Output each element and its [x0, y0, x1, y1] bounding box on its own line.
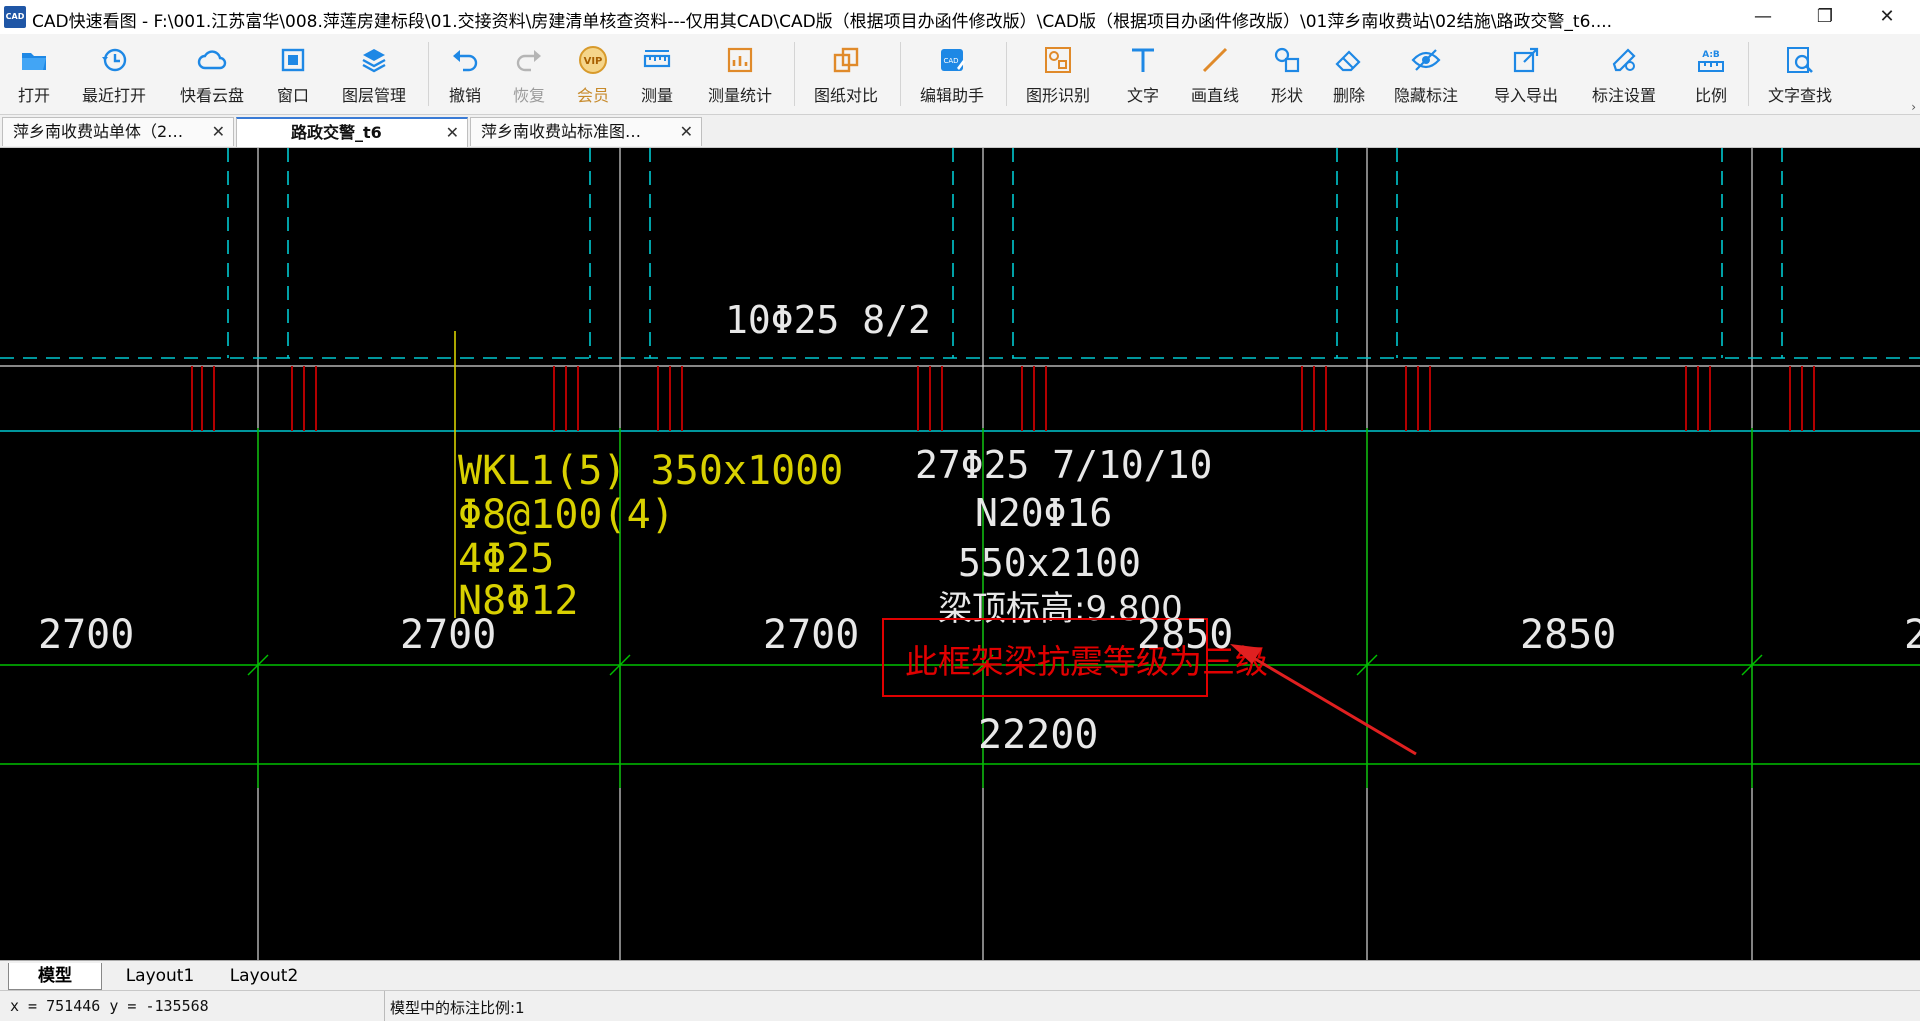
- measure-stats-icon: [727, 47, 753, 73]
- tab-layout1[interactable]: Layout1: [110, 963, 210, 989]
- total-dimension-label: 22200: [978, 712, 1098, 758]
- tab-luzheng-jiaojing[interactable]: 路政交警_t6 ✕: [236, 117, 468, 147]
- beam-label-line1: WKL1(5) 350x1000: [458, 448, 843, 494]
- undo-button[interactable]: 撤销: [440, 42, 490, 108]
- beam-label-line2: Φ8@100(4): [458, 492, 675, 538]
- app-logo-icon: CAD: [4, 6, 26, 28]
- tab-close-icon[interactable]: ✕: [446, 119, 459, 147]
- line-icon: [1202, 47, 1228, 73]
- svg-text:VIP: VIP: [584, 56, 603, 67]
- document-tab-bar: 萍乡南收费站单体（2… ✕ 路政交警_t6 ✕ 萍乡南收费站标准图… ✕: [0, 115, 1920, 148]
- tab-pingxiang-standard[interactable]: 萍乡南收费站标准图… ✕: [470, 117, 702, 146]
- edit-assistant-icon: CAD: [941, 49, 965, 71]
- shape-recognize-icon: [1045, 47, 1071, 73]
- toolbar-divider: [1748, 42, 1749, 106]
- tab-pingxiang-single[interactable]: 萍乡南收费站单体（2… ✕: [2, 117, 234, 146]
- eraser-icon: [1335, 50, 1361, 72]
- svg-text:A:B: A:B: [1702, 50, 1720, 60]
- text-search-button[interactable]: 文字查找: [1760, 42, 1840, 108]
- annotation-settings-icon: [1612, 48, 1636, 72]
- shapes-button[interactable]: 形状: [1262, 42, 1312, 108]
- status-bar: x = 751446 y = -135568 模型中的标注比例:1: [0, 990, 1920, 1021]
- text-search-icon: [1787, 47, 1813, 73]
- top-rebar-label: 10Φ25 8/2: [725, 298, 931, 342]
- dimension-label: 2700: [763, 612, 859, 658]
- scale-button[interactable]: A:B 比例: [1686, 42, 1736, 108]
- measure-stats-button[interactable]: 测量统计: [700, 42, 780, 108]
- text-icon: [1132, 48, 1154, 72]
- import-export-button[interactable]: 导入导出: [1486, 42, 1566, 108]
- tab-close-icon[interactable]: ✕: [212, 118, 225, 146]
- vip-button[interactable]: VIP 会员: [568, 42, 618, 108]
- toolbar-overflow-icon[interactable]: ›: [1911, 100, 1916, 114]
- close-window-button[interactable]: ✕: [1856, 0, 1918, 34]
- cloud-disk-button[interactable]: 快看云盘: [172, 42, 252, 108]
- beam-label-line3: 4Φ25: [458, 536, 554, 582]
- toolbar-divider: [900, 42, 901, 106]
- annotation-scale: 模型中的标注比例:1: [390, 999, 525, 1017]
- layout-tab-bar: 模型 Layout1 Layout2: [0, 960, 1920, 991]
- import-export-icon: [1513, 47, 1539, 73]
- dimension-label: 2700: [400, 612, 496, 658]
- cursor-coordinates: x = 751446 y = -135568: [10, 997, 209, 1015]
- open-button[interactable]: 打开: [4, 42, 64, 108]
- redo-icon: [516, 50, 541, 72]
- toolbar-divider: [428, 42, 429, 106]
- cloud-icon: [197, 50, 227, 70]
- center-label-line3: 550x2100: [958, 541, 1141, 585]
- window-button[interactable]: 窗口: [268, 42, 318, 108]
- compare-icon: [833, 47, 859, 73]
- edit-assistant-button[interactable]: CAD 编辑助手: [912, 42, 992, 108]
- status-divider: [384, 991, 385, 1021]
- text-button[interactable]: 文字: [1118, 42, 1168, 108]
- dimension-label: 2: [1904, 612, 1920, 658]
- undo-icon: [453, 50, 478, 72]
- compare-button[interactable]: 图纸对比: [806, 42, 886, 108]
- vip-icon: VIP: [579, 46, 607, 74]
- dimension-label: 2700: [38, 612, 134, 658]
- center-label-line2: N20Φ16: [975, 491, 1112, 535]
- tab-layout2[interactable]: Layout2: [214, 963, 314, 989]
- window-icon: [281, 48, 305, 72]
- center-label-line1: 27Φ25 7/10/10: [915, 443, 1212, 487]
- draw-line-button[interactable]: 画直线: [1180, 42, 1250, 108]
- shape-recognize-button[interactable]: 图形识别: [1018, 42, 1098, 108]
- hide-eye-icon: [1411, 49, 1441, 71]
- toolbar-divider: [1006, 42, 1007, 106]
- tab-close-icon[interactable]: ✕: [680, 118, 693, 146]
- shapes-icon: [1274, 47, 1300, 73]
- open-folder-icon: [22, 53, 46, 70]
- hide-annotation-button[interactable]: 隐藏标注: [1386, 42, 1466, 108]
- delete-button[interactable]: 删除: [1324, 42, 1374, 108]
- recent-clock-icon: [102, 48, 127, 72]
- main-toolbar: 打开 最近打开 快看云盘 窗口 图层管理 撤销 恢复 VIP 会员 测量 测量统…: [0, 34, 1920, 115]
- drawing-canvas[interactable]: 10Φ25 8/2 WKL1(5) 350x1000 Φ8@100(4) 4Φ2…: [0, 148, 1920, 960]
- tab-model[interactable]: 模型: [8, 963, 102, 990]
- cad-drawing: 10Φ25 8/2 WKL1(5) 350x1000 Φ8@100(4) 4Φ2…: [0, 148, 1920, 960]
- measure-button[interactable]: 测量: [632, 42, 682, 108]
- layer-manage-button[interactable]: 图层管理: [334, 42, 414, 108]
- toolbar-divider: [794, 42, 795, 106]
- recent-open-button[interactable]: 最近打开: [74, 42, 154, 108]
- dimension-label: 2850: [1520, 612, 1616, 658]
- scale-icon: A:B: [1698, 50, 1724, 72]
- minimize-button[interactable]: —: [1732, 0, 1794, 34]
- annotation-settings-button[interactable]: 标注设置: [1584, 42, 1664, 108]
- ruler-icon: [643, 50, 671, 68]
- restore-button[interactable]: ❐: [1794, 0, 1856, 34]
- title-bar: CAD CAD快速看图 - F:\001.江苏富华\008.萍莲房建标段\01.…: [0, 0, 1920, 35]
- dimension-label: 2850: [1137, 612, 1233, 658]
- svg-text:CAD: CAD: [943, 57, 958, 65]
- redo-button[interactable]: 恢复: [504, 42, 554, 108]
- layers-icon: [362, 49, 386, 73]
- window-title: CAD快速看图 - F:\001.江苏富华\008.萍莲房建标段\01.交接资料…: [32, 12, 1613, 32]
